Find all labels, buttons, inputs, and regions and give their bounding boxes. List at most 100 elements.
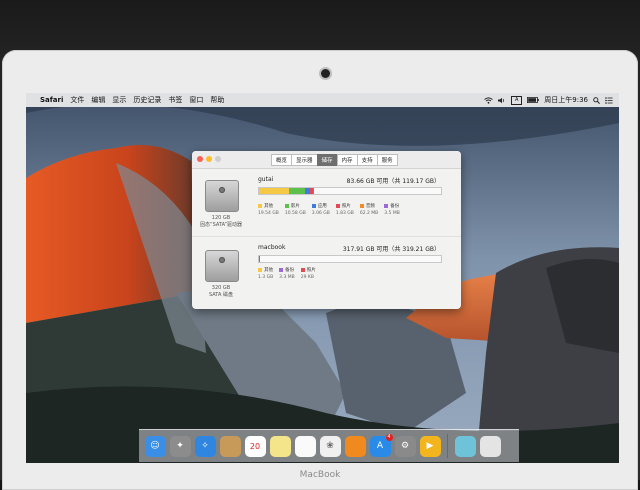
hard-drive-icon [205,180,239,212]
legend-amount: 3.06 GB [312,211,330,216]
legend-label: 音频 [366,204,375,209]
photos-icon[interactable]: ❀ [320,436,341,457]
safari-icon[interactable]: ✧ [195,436,216,457]
legend-swatch [312,204,316,208]
legend-label: 照片 [342,204,351,209]
camera-icon [321,69,330,78]
legend-amount: 1.83 GB [336,211,354,216]
disk-name: macbook [258,244,285,251]
tab-bar: 概览 显示器 储存 内存 支持 服务 [272,154,398,166]
tab-service[interactable]: 服务 [377,154,398,166]
infuse-icon[interactable]: ▶ [420,436,441,457]
disk-capacity: 120 GB [212,215,230,221]
tab-displays[interactable]: 显示器 [291,154,318,166]
legend-swatch [258,204,262,208]
zoom-icon[interactable] [215,156,221,162]
divider [192,236,461,237]
legend-swatch [258,268,262,272]
disk-type: 固态“SATA”驱动器 [200,222,242,228]
legend-swatch [279,268,283,272]
tab-overview[interactable]: 概览 [271,154,292,166]
reminders-icon[interactable] [295,436,316,457]
tab-memory[interactable]: 内存 [337,154,358,166]
volume-icon[interactable] [498,97,506,104]
storage-legend: 其他 1.3 GB 备份 3.3 MB 照片 29 KB [258,267,322,280]
disk-type: SATA 磁盘 [209,292,233,298]
storage-usage-bar [258,187,442,195]
dock: ☺✦✧ 20 ❀ A4⚙▶ [139,429,519,462]
menu-edit[interactable]: 编辑 [91,95,105,105]
disk-row: 120 GB 固态“SATA”驱动器 gutai 83.66 GB 可用（共 1… [192,169,461,239]
legend-amount: 1.3 GB [258,275,273,280]
legend-item: 其他 1.3 GB [258,267,273,280]
disk-name: gutai [258,176,273,183]
finder-icon[interactable]: ☺ [145,436,166,457]
menu-app-safari[interactable]: Safari [40,96,63,104]
spotlight-search-icon[interactable] [593,97,600,104]
notification-center-icon[interactable] [605,97,613,104]
contacts-icon[interactable] [220,436,241,457]
legend-amount: 3.3 MB [279,275,295,280]
storage-legend: 其他 19.54 GB 影片10.58 GB 应用 3.06 GB 照片 1.83 GB 音频… [258,203,406,216]
legend-item: 其他 19.54 GB [258,203,279,216]
legend-item: 影片10.58 GB [285,203,306,216]
input-source-icon[interactable]: A [511,96,522,105]
usage-segment-2 [259,256,260,262]
legend-swatch [336,204,340,208]
legend-item: 备份 3.5 MB [384,203,400,216]
legend-amount: 3.5 MB [384,211,400,216]
wifi-icon[interactable] [484,97,493,104]
menu-window[interactable]: 窗口 [189,95,203,105]
legend-item: 音频 62.2 MB [360,203,378,216]
disk-available: 83.66 GB 可用（共 119.17 GB） [347,176,440,185]
legend-item: 照片 29 KB [301,267,316,280]
minimize-icon[interactable] [206,156,212,162]
folder-icon[interactable] [455,436,476,457]
legend-label: 其他 [264,268,273,273]
menu-help[interactable]: 帮助 [210,95,224,105]
hard-drive-icon [205,250,239,282]
legend-amount: 62.2 MB [360,211,378,216]
legend-label: 照片 [307,268,316,273]
tab-storage[interactable]: 储存 [317,154,338,166]
legend-amount: 29 KB [301,275,316,280]
menu-history[interactable]: 历史记录 [133,95,161,105]
menu-view[interactable]: 显示 [112,95,126,105]
trash-icon[interactable] [480,436,501,457]
disk-available: 317.91 GB 可用（共 319.21 GB） [343,244,440,253]
system-preferences-icon[interactable]: ⚙ [395,436,416,457]
launchpad-icon[interactable]: ✦ [170,436,191,457]
calendar-icon[interactable]: 20 [245,436,266,457]
tab-support[interactable]: 支持 [357,154,378,166]
notification-badge: 4 [386,434,393,441]
about-this-mac-window: 概览 显示器 储存 内存 支持 服务 120 GB 固态“SATA”驱动器 gu… [192,151,461,309]
legend-label: 备份 [285,268,294,273]
disk-row: 320 GB SATA 磁盘 macbook 317.91 GB 可用（共 31… [192,239,461,309]
usage-segment-0 [259,188,289,194]
bezel-label: MacBook [0,470,640,480]
legend-label: 其他 [264,204,273,209]
legend-amount: 19.54 GB [258,211,279,216]
legend-swatch [285,204,289,208]
menu-bar: Safari 文件 编辑 显示 历史记录 书签 窗口 帮助 A 周日上午9:36 [26,93,619,107]
menu-file[interactable]: 文件 [70,95,84,105]
legend-item: 照片 1.83 GB [336,203,354,216]
notes-icon[interactable] [270,436,291,457]
usage-segment-1 [289,188,305,194]
legend-label: 应用 [318,204,327,209]
legend-swatch [301,268,305,272]
dock-separator [447,434,448,458]
ibooks-icon[interactable] [345,436,366,457]
disk-capacity: 320 GB [212,285,230,291]
window-titlebar[interactable]: 概览 显示器 储存 内存 支持 服务 [192,151,461,169]
app-store-icon[interactable]: A4 [370,436,391,457]
menu-bookmarks[interactable]: 书签 [168,95,182,105]
legend-item: 备份 3.3 MB [279,267,295,280]
close-icon[interactable] [197,156,203,162]
legend-swatch [360,204,364,208]
legend-label: 影片 [291,204,300,209]
screen: Safari 文件 编辑 显示 历史记录 书签 窗口 帮助 A 周日上午9:36… [26,93,619,463]
legend-label: 备份 [390,204,399,209]
clock[interactable]: 周日上午9:36 [544,95,588,105]
battery-icon[interactable] [527,97,539,103]
